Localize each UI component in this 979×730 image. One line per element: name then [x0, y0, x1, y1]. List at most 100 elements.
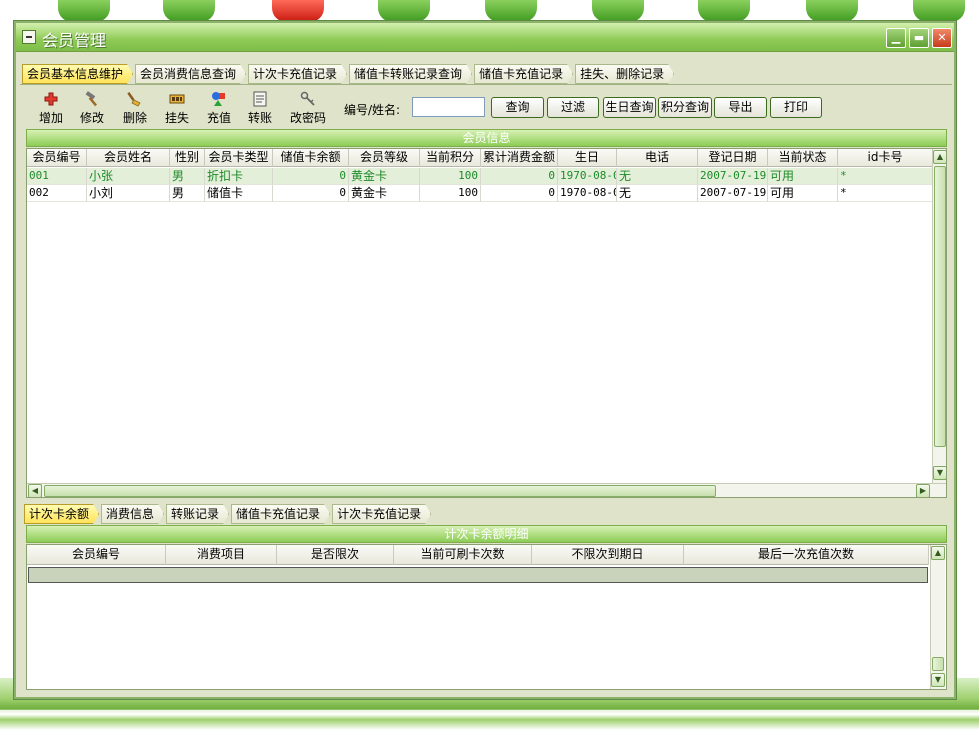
- cell-stored-balance: 0: [273, 185, 349, 202]
- col-current-points[interactable]: 当前积分: [420, 149, 481, 167]
- cell-member-name: 小张: [87, 168, 170, 185]
- table-row[interactable]: 001 小张 男 折扣卡 0 黄金卡 100 0 1970-08-0 无 200…: [27, 168, 933, 185]
- cell-phone: 无: [617, 185, 698, 202]
- col-member-name[interactable]: 会员姓名: [87, 149, 170, 167]
- tab-count-card-balance[interactable]: 计次卡余额: [24, 504, 99, 524]
- tab-stored-card-transfer[interactable]: 储值卡转账记录查询: [349, 64, 472, 84]
- export-button[interactable]: 导出: [714, 97, 767, 118]
- delete-button[interactable]: 删除: [117, 87, 153, 127]
- transfer-button[interactable]: 转账: [242, 87, 278, 127]
- scroll-up-icon[interactable]: ▲: [933, 150, 946, 164]
- detail-grid-vscrollbar[interactable]: ▲ ▼: [930, 545, 945, 689]
- vscroll-thumb[interactable]: [934, 166, 946, 447]
- cell-register-date: 2007-07-19: [698, 168, 768, 185]
- col-is-limited[interactable]: 是否限次: [277, 545, 394, 565]
- scroll-up-icon[interactable]: ▲: [931, 546, 945, 560]
- col-member-level[interactable]: 会员等级: [349, 149, 420, 167]
- scroll-right-icon[interactable]: ▶: [916, 484, 930, 497]
- print-button[interactable]: 打印: [770, 97, 822, 118]
- member-grid-hscrollbar[interactable]: ◀ ▶: [27, 483, 946, 497]
- member-grid-vscrollbar[interactable]: ▲ ▼: [932, 149, 946, 483]
- col-unlimited-expiry[interactable]: 不限次到期日: [532, 545, 684, 565]
- tab-member-consumption[interactable]: 会员消费信息查询: [135, 64, 246, 84]
- close-icon: ✕: [937, 31, 947, 44]
- tab-stored-card-recharge[interactable]: 储值卡充值记录: [474, 64, 573, 84]
- query-button[interactable]: 查询: [491, 97, 544, 118]
- cell-member-id: 002: [27, 185, 87, 202]
- cell-gender: 男: [170, 168, 205, 185]
- filter-button[interactable]: 过滤: [547, 97, 599, 118]
- table-row[interactable]: 002 小刘 男 储值卡 0 黄金卡 100 0 1970-08-0 无 200…: [27, 185, 933, 202]
- window-title: 会员管理: [42, 31, 107, 50]
- points-query-button[interactable]: 积分查询: [658, 97, 712, 118]
- tab-count-card-recharge[interactable]: 计次卡充值记录: [248, 64, 347, 84]
- col-register-date[interactable]: 登记日期: [698, 149, 768, 167]
- scroll-down-icon[interactable]: ▼: [933, 466, 946, 480]
- detail-grid: 会员编号 消费项目 是否限次 当前可刷卡次数 不限次到期日 最后一次充值次数 ▲…: [26, 544, 947, 690]
- change-password-button[interactable]: 改密码: [286, 87, 330, 127]
- ledger-icon: [253, 91, 267, 107]
- tab-loss-delete-records[interactable]: 挂失、删除记录: [575, 64, 674, 84]
- cell-total-consumption: 0: [481, 185, 558, 202]
- add-label: 增加: [38, 111, 63, 125]
- search-input[interactable]: [412, 97, 485, 117]
- cell-status: 可用: [768, 185, 838, 202]
- vscroll-thumb[interactable]: [932, 657, 944, 671]
- key-icon: [300, 91, 315, 106]
- title-bar[interactable]: 会员管理 ▁ ▬ ✕: [16, 23, 954, 52]
- hammer-icon: [85, 91, 98, 107]
- desktop-button: [163, 0, 215, 22]
- cell-id-card: *: [838, 168, 933, 185]
- minimize-icon: ▁: [891, 31, 901, 44]
- col-id-card[interactable]: id卡号: [838, 149, 933, 167]
- edit-label: 修改: [79, 111, 104, 125]
- edit-button[interactable]: 修改: [74, 87, 110, 127]
- col-last-recharge-count[interactable]: 最后一次充值次数: [684, 545, 929, 565]
- col-gender[interactable]: 性别: [170, 149, 205, 167]
- recharge-button[interactable]: 充值: [201, 87, 237, 127]
- close-button[interactable]: ✕: [932, 28, 952, 48]
- tab-member-basic-info[interactable]: 会员基本信息维护: [22, 64, 133, 84]
- detail-empty-row[interactable]: [28, 567, 928, 583]
- cell-current-points: 100: [420, 168, 481, 185]
- col-stored-balance[interactable]: 储值卡余额: [273, 149, 349, 167]
- col-member-id[interactable]: 会员编号: [27, 149, 87, 167]
- col-card-type[interactable]: 会员卡类型: [205, 149, 273, 167]
- desktop-button: [58, 0, 110, 22]
- desktop-button-active: [272, 0, 324, 22]
- recharge-label: 充值: [206, 111, 231, 125]
- member-management-window: 会员管理 ▁ ▬ ✕ 会员基本信息维护 会员消费信息查询 计次卡充值记录 储值卡…: [14, 21, 956, 699]
- desktop-button: [698, 0, 750, 22]
- scroll-left-icon[interactable]: ◀: [28, 484, 42, 497]
- detail-grid-header: 会员编号 消费项目 是否限次 当前可刷卡次数 不限次到期日 最后一次充值次数: [27, 545, 929, 565]
- tab-stored-recharge-records[interactable]: 储值卡充值记录: [231, 504, 330, 524]
- tab-count-recharge-records[interactable]: 计次卡充值记录: [332, 504, 431, 524]
- add-button[interactable]: 增加: [33, 87, 69, 127]
- col-member-id[interactable]: 会员编号: [27, 545, 166, 565]
- col-phone[interactable]: 电话: [617, 149, 698, 167]
- col-consumption-item[interactable]: 消费项目: [166, 545, 277, 565]
- restore-button[interactable]: ▬: [909, 28, 929, 48]
- col-birthday[interactable]: 生日: [558, 149, 617, 167]
- col-status[interactable]: 当前状态: [768, 149, 838, 167]
- member-panel-header: 会员信息: [26, 129, 947, 147]
- cell-gender: 男: [170, 185, 205, 202]
- hscroll-thumb[interactable]: [44, 485, 716, 497]
- member-grid-header: 会员编号 会员姓名 性别 会员卡类型 储值卡余额 会员等级 当前积分 累计消费金…: [27, 149, 933, 167]
- desktop-button: [378, 0, 430, 22]
- tab-transfer-records[interactable]: 转账记录: [166, 504, 229, 524]
- cell-current-points: 100: [420, 185, 481, 202]
- system-menu-icon[interactable]: [22, 30, 36, 44]
- tab-consumption-info[interactable]: 消费信息: [101, 504, 164, 524]
- scroll-down-icon[interactable]: ▼: [931, 673, 945, 687]
- report-loss-button[interactable]: 挂失: [159, 87, 195, 127]
- transfer-label: 转账: [247, 111, 272, 125]
- col-total-consumption[interactable]: 累计消费金额: [481, 149, 558, 167]
- shapes-icon: [212, 92, 225, 106]
- birthday-query-button[interactable]: 生日查询: [603, 97, 656, 118]
- detail-tab-row: 计次卡余额 消费信息 转账记录 储值卡充值记录 计次卡充值记录: [24, 504, 433, 524]
- col-remaining-swipes[interactable]: 当前可刷卡次数: [394, 545, 532, 565]
- minimize-button[interactable]: ▁: [886, 28, 906, 48]
- cell-birthday: 1970-08-0: [558, 185, 617, 202]
- detail-panel-header: 计次卡余额明细: [26, 525, 947, 543]
